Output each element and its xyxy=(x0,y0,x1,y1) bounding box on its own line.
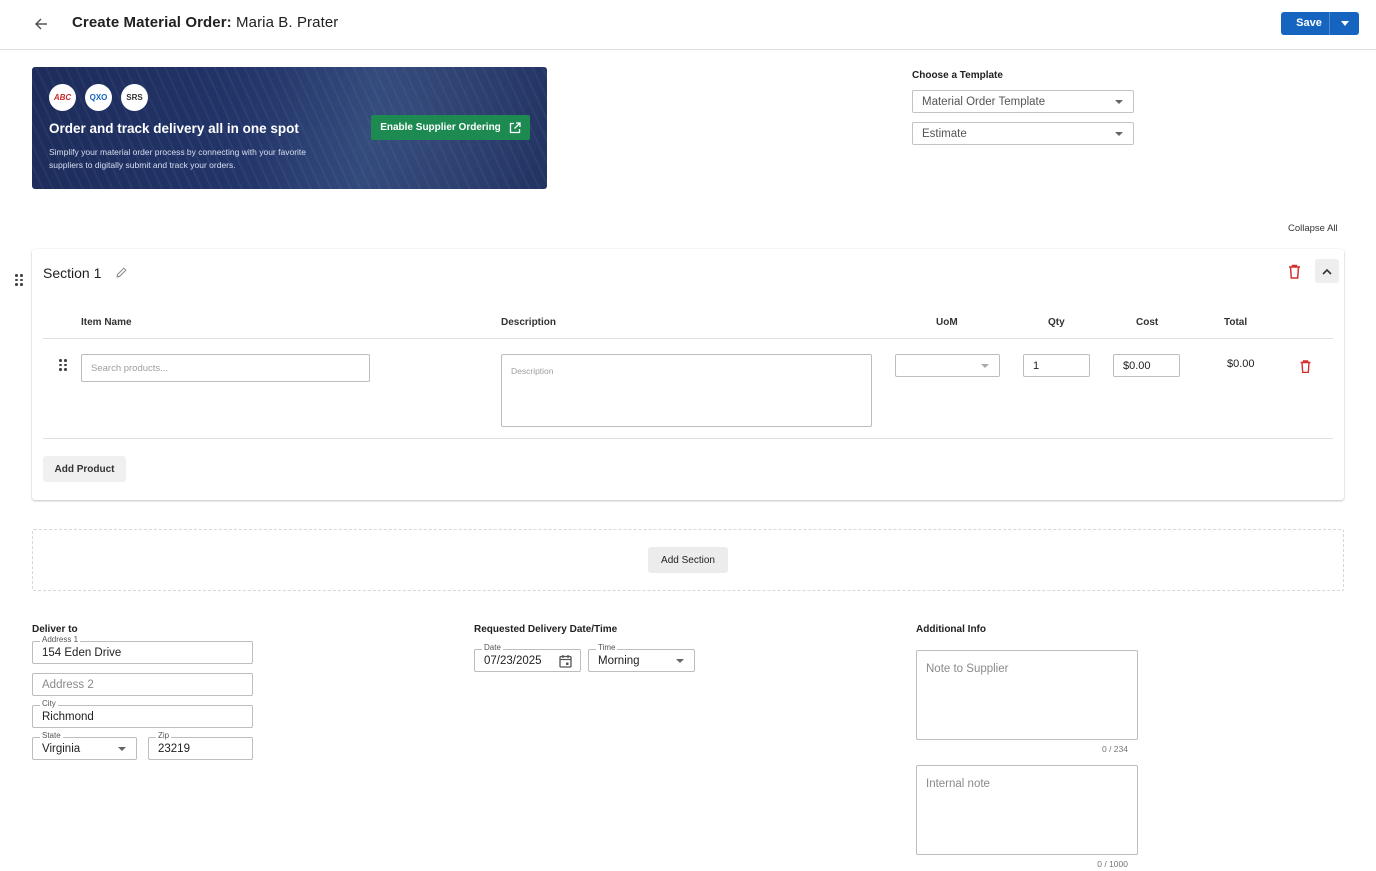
qty-input[interactable]: 1 xyxy=(1023,354,1090,377)
address2-field[interactable]: Address 2 xyxy=(32,673,253,696)
address1-field[interactable]: Address 1 154 Eden Drive xyxy=(32,635,253,664)
state-label: State xyxy=(40,731,63,741)
template-select-value: Material Order Template xyxy=(922,95,1046,108)
column-header-cost: Cost xyxy=(1136,317,1159,328)
additional-info-label: Additional Info xyxy=(916,624,986,635)
section-drag-handle-icon[interactable] xyxy=(15,274,23,286)
note-to-supplier-counter: 0 / 234 xyxy=(1102,744,1128,754)
add-section-area: Add Section xyxy=(32,529,1344,591)
source-select-value: Estimate xyxy=(922,127,967,140)
back-button[interactable] xyxy=(28,11,54,37)
city-field[interactable]: City Richmond xyxy=(32,699,253,728)
external-link-icon xyxy=(509,121,521,133)
add-section-button[interactable]: Add Section xyxy=(648,547,728,573)
city-value: Richmond xyxy=(42,710,94,723)
delivery-datetime-label: Requested Delivery Date/Time xyxy=(474,624,618,635)
column-header-uom: UoM xyxy=(936,317,958,328)
page-title-prefix: Create Material Order: xyxy=(72,14,232,31)
delete-row-trash-icon[interactable] xyxy=(1300,360,1311,373)
pencil-icon[interactable] xyxy=(116,267,127,278)
top-bar: Create Material Order: Maria B. Prater S… xyxy=(0,0,1376,50)
state-select[interactable]: State Virginia xyxy=(32,731,137,760)
header-divider xyxy=(43,338,1333,339)
add-product-button[interactable]: Add Product xyxy=(43,456,126,482)
row-divider xyxy=(43,438,1333,439)
uom-select[interactable] xyxy=(895,354,1000,377)
chevron-down-icon xyxy=(1115,132,1123,136)
choose-template-label: Choose a Template xyxy=(912,70,1003,81)
collapse-section-button[interactable] xyxy=(1315,259,1339,283)
banner-headline: Order and track delivery all in one spot xyxy=(49,121,299,136)
section-card: Section 1 Item Name Description UoM Qty … xyxy=(32,249,1344,500)
address1-label: Address 1 xyxy=(40,635,81,645)
zip-label: Zip xyxy=(156,731,172,741)
date-value: 07/23/2025 xyxy=(484,654,542,667)
chevron-down-icon xyxy=(1115,100,1123,104)
internal-note-textarea[interactable]: Internal note xyxy=(916,765,1138,855)
delivery-time-select[interactable]: Time Morning xyxy=(588,643,695,672)
calendar-icon[interactable] xyxy=(559,654,572,668)
city-label: City xyxy=(40,699,58,709)
page-title: Create Material Order: Maria B. Prater xyxy=(72,14,338,31)
chevron-down-icon xyxy=(676,659,684,663)
state-value: Virginia xyxy=(42,742,81,755)
abc-supply-logo: ABC xyxy=(49,84,76,111)
enable-supplier-ordering-button[interactable]: Enable Supplier Ordering xyxy=(371,115,530,140)
qxo-logo: QXO xyxy=(85,84,112,111)
internal-note-counter: 0 / 1000 xyxy=(1097,859,1128,869)
cost-value: $0.00 xyxy=(1123,359,1151,372)
supplier-ordering-banner: ABC QXO SRS Order and track delivery all… xyxy=(32,67,547,189)
delivery-date-field[interactable]: Date 07/23/2025 xyxy=(474,643,581,672)
description-input[interactable]: Description xyxy=(501,354,872,427)
cost-input[interactable]: $0.00 xyxy=(1113,354,1180,377)
deliver-to-label: Deliver to xyxy=(32,624,78,635)
banner-subtext: Simplify your material order process by … xyxy=(49,147,306,170)
chevron-down-icon xyxy=(981,364,989,368)
save-button-group: Save xyxy=(1281,12,1359,35)
section-title: Section 1 xyxy=(43,265,102,281)
column-header-item-name: Item Name xyxy=(81,317,132,328)
zip-value: 23219 xyxy=(158,742,190,755)
collapse-all-button[interactable]: Collapse All xyxy=(1288,223,1338,234)
enable-supplier-ordering-label: Enable Supplier Ordering xyxy=(380,122,501,133)
customer-name: Maria B. Prater xyxy=(231,14,339,31)
column-header-total: Total xyxy=(1224,317,1248,328)
chevron-down-icon xyxy=(118,747,126,751)
product-search-input[interactable]: Search products... xyxy=(81,354,370,382)
save-options-button[interactable] xyxy=(1329,12,1359,35)
time-label: Time xyxy=(596,643,618,653)
column-header-qty: Qty xyxy=(1048,317,1065,328)
qty-value: 1 xyxy=(1033,359,1040,372)
source-select[interactable]: Estimate xyxy=(912,122,1134,145)
column-header-description: Description xyxy=(501,317,557,328)
chevron-up-icon xyxy=(1322,268,1332,275)
row-drag-handle-icon[interactable] xyxy=(59,359,67,371)
note-to-supplier-textarea[interactable]: Note to Supplier xyxy=(916,650,1138,740)
time-value: Morning xyxy=(598,654,640,667)
save-button[interactable]: Save xyxy=(1281,12,1329,35)
chevron-down-icon xyxy=(1340,21,1349,26)
row-total: $0.00 xyxy=(1227,358,1255,370)
template-select[interactable]: Material Order Template xyxy=(912,90,1134,113)
srs-logo: SRS xyxy=(121,84,148,111)
zip-field[interactable]: Zip 23219 xyxy=(148,731,253,760)
back-arrow-icon xyxy=(34,18,47,30)
date-label: Date xyxy=(482,643,503,653)
address1-value: 154 Eden Drive xyxy=(42,646,122,659)
delete-section-trash-icon[interactable] xyxy=(1288,264,1301,279)
